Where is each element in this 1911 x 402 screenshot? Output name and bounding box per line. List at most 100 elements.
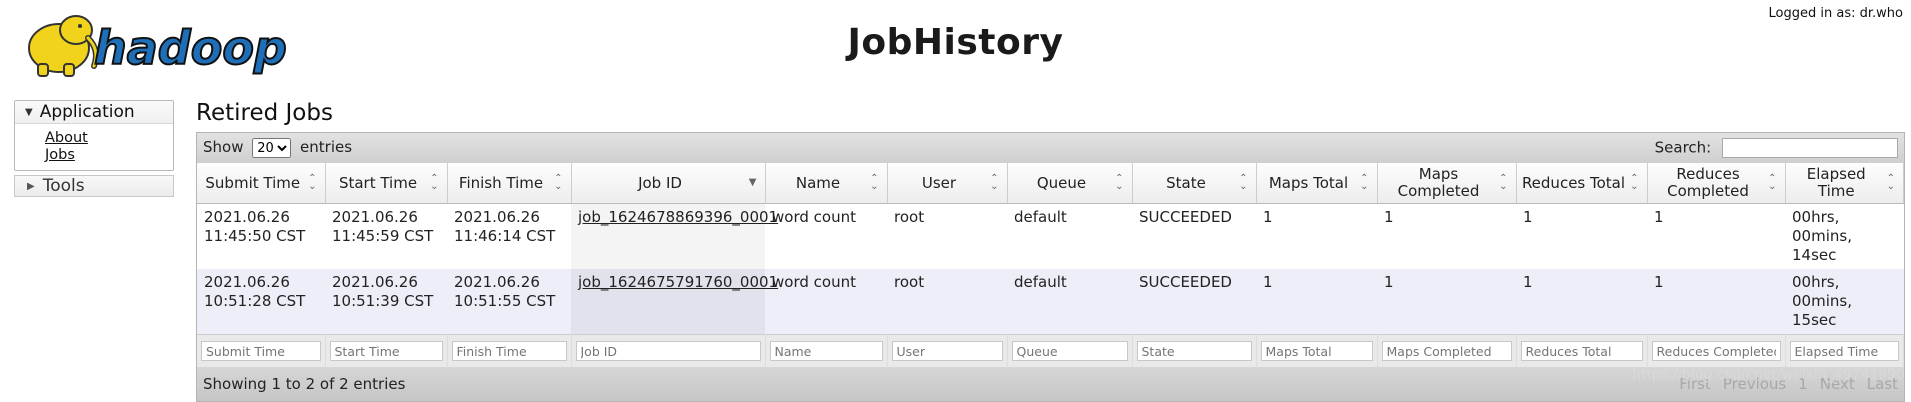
cell-value: 1	[1523, 273, 1533, 291]
filter-input-submit-time[interactable]	[201, 341, 321, 362]
search-input[interactable]	[1722, 138, 1898, 158]
search-label: Search:	[1654, 138, 1712, 157]
sort-both-icon: ⌃ ⌄	[1630, 173, 1639, 192]
column-header-queue[interactable]: Queue ⌃ ⌄	[1007, 163, 1133, 204]
table-info: Showing 1 to 2 of 2 entries	[203, 375, 406, 393]
column-label: Elapsed Time	[1806, 165, 1866, 200]
sort-both-icon: ⌃ ⌄	[870, 173, 879, 192]
cell-name: word count	[765, 269, 887, 335]
column-header-reduces-completed[interactable]: Reduces Completed ⌃ ⌄	[1647, 163, 1786, 204]
entries-label: entries	[300, 137, 353, 156]
application-label: Application	[39, 102, 135, 122]
cell-value: 00hrs, 00mins, 14sec	[1792, 208, 1852, 264]
sort-both-icon: ⌃ ⌄	[554, 173, 563, 192]
cell-value: root	[894, 208, 925, 226]
filter-input-job-id[interactable]	[575, 341, 761, 362]
column-label: Reduces Total	[1521, 173, 1626, 192]
filter-cell	[1007, 334, 1133, 367]
column-header-user[interactable]: User ⌃ ⌄	[887, 163, 1008, 204]
filter-input-reduces-completed[interactable]	[1651, 341, 1781, 362]
filter-cell	[1256, 334, 1378, 367]
column-header-elapsed-time[interactable]: Elapsed Time ⌃ ⌄	[1785, 163, 1904, 204]
cell-user: root	[887, 269, 1007, 335]
sort-both-icon: ⌃ ⌄	[1886, 173, 1895, 192]
filter-cell	[325, 334, 448, 367]
job-id-link[interactable]: job_1624675791760_0001	[578, 273, 778, 291]
filter-input-queue[interactable]	[1011, 341, 1128, 362]
cell-value: 2021.06.26 11:46:14 CST	[454, 208, 556, 245]
cell-value: default	[1014, 273, 1067, 291]
cell-reduces-total: 1	[1516, 203, 1647, 269]
cell-value: root	[894, 273, 925, 291]
application-toggle[interactable]: ▼ Application	[15, 101, 173, 124]
cell-submit-time: 2021.06.26 11:45:50 CST	[197, 203, 325, 269]
filter-input-start-time[interactable]	[329, 341, 443, 362]
cell-start-time: 2021.06.26 11:45:59 CST	[325, 203, 447, 269]
column-header-reduces-total[interactable]: Reduces Total ⌃ ⌄	[1516, 163, 1648, 204]
cell-value: 1	[1263, 273, 1273, 291]
column-header-finish-time[interactable]: Finish Time ⌃ ⌄	[447, 163, 572, 204]
filter-input-maps-total[interactable]	[1260, 341, 1373, 362]
column-label: Reduces Completed	[1667, 165, 1749, 200]
tools-toggle[interactable]: ▶ Tools	[14, 175, 174, 197]
cell-finish-time: 2021.06.26 11:46:14 CST	[447, 203, 571, 269]
column-label: Queue	[1036, 173, 1087, 192]
cell-value: 2021.06.26 10:51:39 CST	[332, 273, 434, 310]
nav-link-about[interactable]: About	[45, 130, 173, 147]
cell-value: 2021.06.26 10:51:28 CST	[204, 273, 306, 310]
cell-user: root	[887, 203, 1007, 269]
column-header-maps-completed[interactable]: Maps Completed ⌃ ⌄	[1377, 163, 1517, 204]
filter-input-maps-completed[interactable]	[1381, 341, 1512, 362]
cell-value: 2021.06.26 11:45:50 CST	[204, 208, 306, 245]
column-header-submit-time[interactable]: Submit Time ⌃ ⌄	[197, 163, 326, 204]
column-header-state[interactable]: State ⌃ ⌄	[1132, 163, 1257, 204]
table-controls: Show 20 entries Search:	[197, 133, 1904, 163]
login-status: Logged in as: dr.who	[1768, 6, 1903, 21]
sort-both-icon: ⌃ ⌄	[1360, 173, 1369, 192]
filter-input-reduces-total[interactable]	[1520, 341, 1643, 362]
cell-reduces-total: 1	[1516, 269, 1647, 335]
column-label: Maps Total	[1268, 173, 1349, 192]
cell-value: word count	[772, 273, 856, 291]
sidebar-nav: ▼ Application About Jobs ▶ Tools	[14, 100, 174, 197]
filter-input-name[interactable]	[769, 341, 883, 362]
filter-cell	[447, 334, 572, 367]
sort-both-icon: ⌃ ⌄	[308, 173, 317, 192]
sort-both-icon: ⌃ ⌄	[1239, 173, 1248, 192]
nav-link-jobs[interactable]: Jobs	[45, 147, 173, 164]
cell-finish-time: 2021.06.26 10:51:55 CST	[447, 269, 571, 335]
filter-input-user[interactable]	[891, 341, 1003, 362]
job-id-link[interactable]: job_1624678869396_0001	[578, 208, 778, 226]
triangle-down-icon: ▼	[25, 106, 33, 118]
cell-state: SUCCEEDED	[1132, 269, 1256, 335]
column-header-maps-total[interactable]: Maps Total ⌃ ⌄	[1256, 163, 1378, 204]
cell-value: 1	[1654, 273, 1664, 291]
filter-input-finish-time[interactable]	[451, 341, 567, 362]
sort-both-icon: ⌃ ⌄	[990, 173, 999, 192]
cell-queue: default	[1007, 203, 1132, 269]
filter-cell	[571, 334, 766, 367]
filter-input-elapsed-time[interactable]	[1789, 341, 1899, 362]
page-size-select[interactable]: 20	[252, 138, 292, 159]
filter-cell	[197, 334, 326, 367]
cell-elapsed-time: 00hrs, 00mins, 14sec	[1785, 203, 1904, 269]
column-header-name[interactable]: Name ⌃ ⌄	[765, 163, 888, 204]
filter-cell	[1377, 334, 1517, 367]
column-header-start-time[interactable]: Start Time ⌃ ⌄	[325, 163, 448, 204]
cell-state: SUCCEEDED	[1132, 203, 1256, 269]
column-label: Submit Time	[205, 173, 301, 192]
cell-start-time: 2021.06.26 10:51:39 CST	[325, 269, 447, 335]
cell-maps-total: 1	[1256, 203, 1377, 269]
column-label: Finish Time	[458, 173, 544, 192]
filter-input-state[interactable]	[1136, 341, 1252, 362]
column-header-job-id[interactable]: Job ID ▼	[571, 163, 766, 204]
cell-value: 1	[1523, 208, 1533, 226]
cell-elapsed-time: 00hrs, 00mins, 15sec	[1785, 269, 1904, 335]
cell-maps-completed: 1	[1377, 269, 1516, 335]
cell-value: 1	[1654, 208, 1664, 226]
filter-cell	[1647, 334, 1786, 367]
filter-row	[197, 334, 1904, 367]
show-label: Show	[203, 137, 244, 156]
page-title: JobHistory	[847, 22, 1064, 63]
cell-name: word count	[765, 203, 887, 269]
